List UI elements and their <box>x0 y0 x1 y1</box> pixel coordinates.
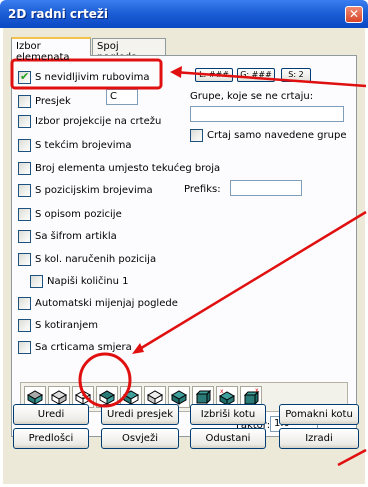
checkbox-label: Automatski mijenjaj poglede <box>35 297 178 309</box>
checkbox-icon <box>18 138 31 152</box>
checkbox-label: S tekćim brojevima <box>35 139 132 151</box>
dialog-body: Izbor elemenata Spoj pogleda S nevidljiv… <box>3 28 365 484</box>
uredi-button[interactable]: Uredi <box>13 404 89 425</box>
checkbox-label: S opisom pozicije <box>35 208 122 220</box>
checkbox-tekucim[interactable]: S tekćim brojevima <box>18 138 131 152</box>
group-button[interactable]: G: ### <box>237 68 275 82</box>
checkbox-automatski[interactable]: Automatski mijenjaj poglede <box>18 296 178 310</box>
tab-izbor-elemenata[interactable]: Izbor elemenata <box>11 37 91 63</box>
checkbox-izbor-projekcije[interactable]: Izbor projekcije na crtežu <box>18 114 161 128</box>
checkbox-label: Sa crticama smjera <box>35 341 132 353</box>
checkbox-broj-elementa[interactable]: Broj elementa umjesto tekućeg broja <box>18 161 220 175</box>
checkbox-s-nevidljivim[interactable]: S nevidljivim rubovima <box>18 70 150 84</box>
izbrisi-kotu-button[interactable]: Izbriši kotu <box>190 404 266 425</box>
prefiks-label: Prefiks: <box>184 184 221 195</box>
checkbox-icon <box>18 340 31 354</box>
predlosci-button[interactable]: Predlošci <box>13 428 89 449</box>
checkbox-label: Broj elementa umjesto tekućeg broja <box>35 162 221 174</box>
checkbox-icon <box>18 318 31 332</box>
svg-text:x: x <box>220 388 224 395</box>
checkbox-icon <box>18 94 31 108</box>
checkbox-presjek[interactable]: Presjek <box>18 94 71 108</box>
prefiks-input[interactable] <box>230 180 302 196</box>
checkbox-sifrom[interactable]: Sa šifrom artikla <box>18 229 117 243</box>
checkbox-napisi[interactable]: Napiši količinu 1 <box>30 274 129 288</box>
window-title: 2D radni crteži <box>8 7 108 21</box>
checkbox-pozicijskim[interactable]: S pozicijskim brojevima <box>18 183 153 197</box>
checkbox-icon <box>30 274 43 288</box>
title-bar[interactable]: 2D radni crteži ✕ <box>0 0 368 28</box>
checkbox-opisom[interactable]: S opisom pozicije <box>18 207 122 221</box>
tab-spoj-pogleda[interactable]: Spoj pogleda <box>92 38 166 63</box>
checkbox-label: Napiši količinu 1 <box>47 275 129 287</box>
pomakni-kotu-button[interactable]: Pomakni kotu <box>279 404 359 425</box>
svg-text:x: x <box>255 387 259 394</box>
uredi-presjek-button[interactable]: Uredi presjek <box>101 404 179 425</box>
izradi-button[interactable]: Izradi <box>279 428 359 449</box>
checkbox-narucenih[interactable]: S kol. naručenih pozicija <box>18 252 156 266</box>
odustani-button[interactable]: Odustani <box>190 428 266 449</box>
layer-button[interactable]: L: ### <box>195 68 233 82</box>
checkbox-icon <box>18 183 31 197</box>
dialog-window: 2D radni crteži ✕ Izbor elemenata Spoj p… <box>0 0 368 487</box>
grupe-label: Grupe, koje se ne crtaju: <box>190 91 314 102</box>
presjek-input[interactable]: C <box>106 89 138 105</box>
osvjezi-button[interactable]: Osvježi <box>101 428 179 449</box>
checkbox-label: S nevidljivim rubovima <box>35 71 150 83</box>
checkbox-icon <box>18 296 31 310</box>
checkbox-icon <box>190 128 203 142</box>
checkbox-kotiranjem[interactable]: S kotiranjem <box>18 318 98 332</box>
checkbox-crtaj-samo[interactable]: Crtaj samo navedene grupe <box>190 128 346 142</box>
checkbox-icon <box>18 229 31 243</box>
checkbox-label: S pozicijskim brojevima <box>35 184 153 196</box>
checkbox-icon <box>18 114 31 128</box>
checkbox-label: S kol. naručenih pozicija <box>35 253 157 265</box>
checkbox-crticama[interactable]: Sa crticama smjera <box>18 340 132 354</box>
grupe-input[interactable] <box>190 106 344 122</box>
checkbox-label: Crtaj samo navedene grupe <box>207 129 347 141</box>
checkbox-label: Sa šifrom artikla <box>35 230 117 242</box>
checkbox-label: Presjek <box>35 95 71 107</box>
close-button[interactable]: ✕ <box>345 6 363 23</box>
checkbox-checked-icon <box>18 70 31 84</box>
checkbox-icon <box>18 252 31 266</box>
checkbox-label: S kotiranjem <box>35 319 99 331</box>
scale-button[interactable]: S: 2 <box>281 68 311 82</box>
checkbox-label: Izbor projekcije na crtežu <box>35 115 162 127</box>
checkbox-icon <box>18 207 31 221</box>
tab-panel: S nevidljivim rubovima L: ### G: ### S: … <box>11 55 357 437</box>
checkbox-icon <box>18 161 31 175</box>
